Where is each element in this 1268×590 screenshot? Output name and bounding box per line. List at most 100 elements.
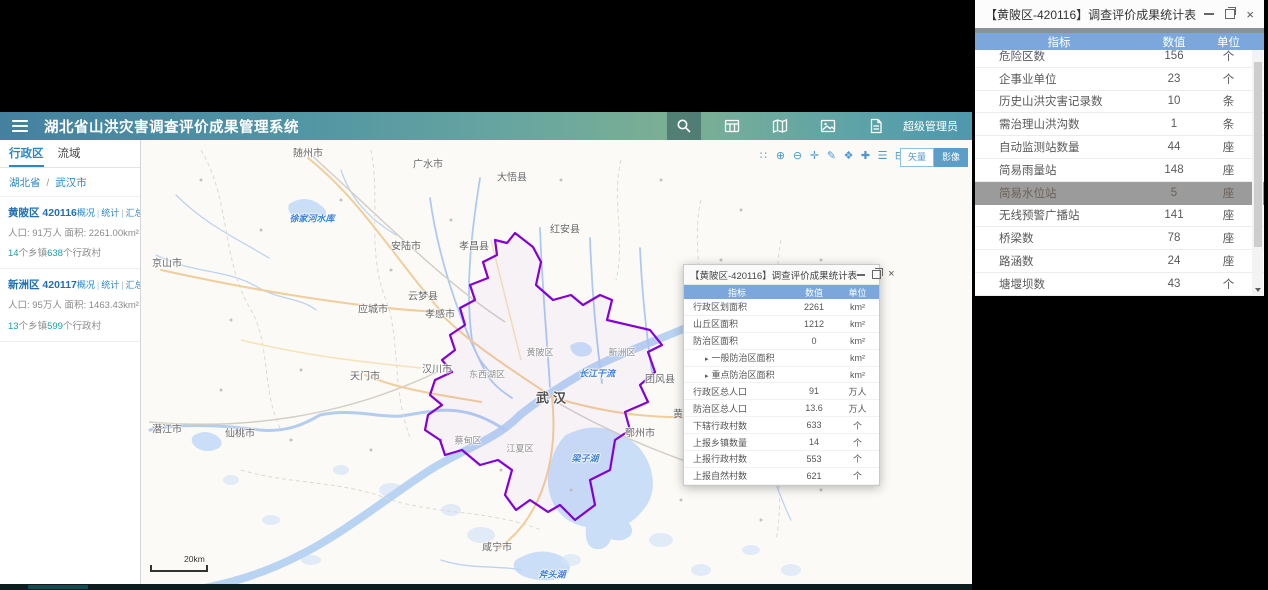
pan-icon[interactable]: ✛: [808, 149, 821, 163]
table-row[interactable]: 简易雨量站 148 座: [975, 159, 1264, 182]
table-row[interactable]: 上报行政村数 553 个: [684, 451, 879, 468]
scrollbar[interactable]: [1252, 50, 1263, 296]
district-action-1[interactable]: 统计: [101, 208, 119, 218]
district-action-1[interactable]: 统计: [101, 280, 119, 290]
column-unit: 单位: [848, 287, 867, 298]
row-value: 91: [808, 386, 819, 397]
close-icon[interactable]: ×: [888, 269, 894, 280]
row-unit: km²: [850, 301, 865, 312]
image-button[interactable]: [811, 112, 845, 140]
row-label: 路涵数: [999, 256, 1034, 269]
restore-icon[interactable]: [872, 268, 884, 279]
map-label: 江夏区: [506, 443, 534, 454]
table-row[interactable]: 塘堰坝数 43 个: [975, 273, 1264, 296]
table-row[interactable]: 无线预警广播站 141 座: [975, 205, 1264, 228]
sidebar: 行政区 流域 湖北省 / 武汉市 黄陂区 420116概况|统计|汇总人口: 9…: [0, 140, 141, 584]
close-icon[interactable]: ×: [1246, 8, 1254, 21]
column-indicator: 指标: [727, 287, 746, 298]
identify-icon[interactable]: ✚: [859, 149, 872, 163]
row-unit: 条: [1222, 96, 1235, 109]
map-label: 孝昌县: [459, 241, 489, 253]
menu-icon[interactable]: [12, 120, 28, 132]
district-action-0[interactable]: 概况: [77, 280, 95, 290]
stats-segment: 个乡镇: [18, 248, 48, 260]
tab-admin-region[interactable]: 行政区: [9, 145, 44, 167]
row-unit: 个: [1222, 278, 1235, 291]
district-action-2[interactable]: 汇总: [126, 280, 140, 290]
report-button[interactable]: [859, 112, 893, 140]
table-icon: [724, 119, 740, 133]
map-button[interactable]: [763, 112, 797, 140]
breadcrumb-province[interactable]: 湖北省: [9, 177, 41, 189]
row-unit: 条: [1222, 119, 1235, 132]
map-label: 京山市: [152, 258, 182, 270]
table-row[interactable]: 山丘区面积 1212 km²: [684, 316, 879, 333]
dialog-title: 【黄陂区-420116】调查评价成果统计表: [690, 270, 858, 282]
table-row[interactable]: 行政区总人口 91 万人: [684, 383, 879, 401]
appbar-actions: 超级管理员: [667, 112, 972, 140]
table-row[interactable]: 需治理山洪沟数 1 条: [975, 113, 1264, 137]
table-row[interactable]: ▸ 一般防治区面积 km²: [684, 350, 879, 367]
table-button[interactable]: [715, 112, 749, 140]
full-extent-icon[interactable]: ∷: [757, 149, 770, 163]
restore-icon[interactable]: [1225, 7, 1237, 19]
row-unit: 万人: [848, 403, 867, 414]
zoom-in-icon[interactable]: ⊕: [774, 149, 787, 163]
table-row[interactable]: 历史山洪灾害记录数 10 条: [975, 91, 1264, 114]
basemap-影像[interactable]: 影像: [933, 148, 968, 167]
expand-arrow-icon[interactable]: ▸: [705, 373, 709, 380]
legend-icon[interactable]: ☰: [876, 149, 889, 163]
table-row[interactable]: 自动监测站数量 44 座: [975, 136, 1264, 159]
minimize-icon[interactable]: [857, 273, 866, 276]
stats-segment: 13: [8, 320, 19, 332]
map-canvas[interactable]: 随州市 广水市 大悟县 红安县 安陆市 孝昌县 京山市 云梦县 应城市 孝感市 天门市 汉川市 潜江市 仙…: [141, 140, 972, 584]
basemap-矢量[interactable]: 矢量: [899, 148, 934, 167]
scrollbar-thumb[interactable]: [1253, 62, 1262, 247]
table-row[interactable]: ▸ 重点防治区面积 km²: [684, 367, 879, 384]
map-label: 团风县: [645, 374, 675, 386]
table-row[interactable]: 桥梁数 78 座: [975, 227, 1264, 251]
map-label: 广水市: [413, 159, 443, 171]
breadcrumb: 湖北省 / 武汉市: [0, 168, 140, 197]
panel-title: 【黄陂区-420116】调查评价成果统计表: [985, 7, 1197, 22]
map-stats-dialog: 【黄陂区-420116】调查评价成果统计表 × 指标 数值 单位 行政区划面积 2…: [683, 264, 895, 486]
zoom-out-icon[interactable]: ⊖: [791, 149, 804, 163]
table-row[interactable]: 上报自然村数 621 个: [684, 468, 879, 485]
link-separator: |: [121, 208, 124, 218]
dialog-titlebar[interactable]: 【黄陂区-420116】调查评价成果统计表 ×: [684, 265, 895, 285]
row-unit: 座: [1222, 256, 1235, 269]
table-row[interactable]: 防治区面积 0 km²: [684, 333, 879, 350]
district-name-link[interactable]: 黄陂区 420116: [8, 205, 77, 220]
measure-distance-icon[interactable]: ✎: [825, 149, 838, 163]
table-row[interactable]: 防治区总人口 13.6 万人: [684, 400, 879, 418]
map-label: 云梦县: [408, 291, 438, 303]
table-row[interactable]: 上报乡镇数量 14 个: [684, 434, 879, 452]
table-row[interactable]: 路涵数 24 座: [975, 250, 1264, 273]
table-row[interactable]: 下辖行政村数 633 个: [684, 417, 879, 435]
expand-arrow-icon[interactable]: ▸: [705, 356, 709, 363]
panel-titlebar[interactable]: 【黄陂区-420116】调查评价成果统计表 ×: [975, 0, 1264, 28]
link-separator: |: [96, 208, 100, 218]
minimize-icon[interactable]: [1204, 13, 1215, 15]
row-unit: km²: [850, 318, 865, 329]
search-button[interactable]: [667, 112, 701, 140]
district-name-link[interactable]: 新洲区 420117: [8, 277, 77, 292]
row-label: 行政区划面积: [693, 302, 748, 313]
district-action-0[interactable]: 概况: [77, 208, 95, 218]
row-unit: 个: [852, 437, 862, 448]
scroll-down-button[interactable]: [1252, 283, 1263, 296]
bottom-strip: [0, 584, 972, 590]
row-label: 简易水位站: [999, 187, 1057, 200]
table-row[interactable]: 企事业单位 23 个: [975, 68, 1264, 91]
table-row[interactable]: 危险区数 156 个: [975, 50, 1264, 68]
table-row[interactable]: 简易水位站 5 座: [975, 181, 1264, 205]
measure-area-icon[interactable]: ❖: [842, 149, 855, 163]
current-user[interactable]: 超级管理员: [903, 118, 958, 134]
district-action-2[interactable]: 汇总: [126, 208, 140, 218]
document-icon: [870, 118, 882, 134]
row-value: 5: [1170, 186, 1178, 199]
table-row[interactable]: 行政区划面积 2261 km²: [684, 299, 879, 316]
breadcrumb-city[interactable]: 武汉市: [55, 177, 87, 189]
tab-watershed[interactable]: 流域: [58, 145, 81, 167]
row-value: 141: [1164, 209, 1184, 222]
